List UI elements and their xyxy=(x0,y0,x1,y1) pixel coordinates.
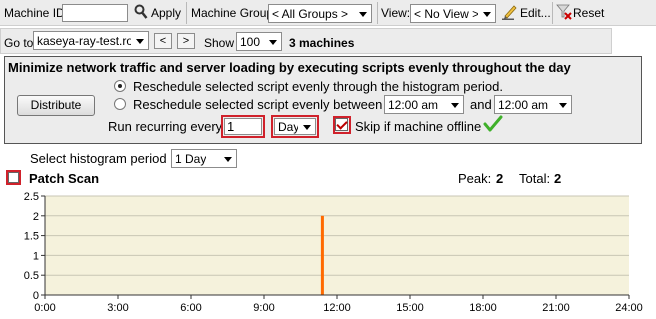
machine-count: 3 machines xyxy=(289,36,355,50)
distribute-button[interactable]: Distribute xyxy=(17,95,95,116)
end-time-select[interactable]: 12:00 am xyxy=(494,95,572,114)
plot-area xyxy=(45,196,629,295)
peak-value: 2 xyxy=(496,171,504,186)
filter-toolbar: Machine ID: Apply Machine Group: < All G… xyxy=(0,0,656,26)
option-between-times-label: Reschedule selected script evenly betwee… xyxy=(133,97,383,112)
total-value: 2 xyxy=(554,171,562,186)
search-icon[interactable] xyxy=(134,4,148,23)
reset-link[interactable]: Reset xyxy=(573,6,604,20)
script-select-checkbox[interactable] xyxy=(8,172,19,183)
peak-label: Peak: xyxy=(458,171,492,186)
histogram-chart: 0 0.5 1 1.5 2 2.5 0:00 3:00 6:00 9:00 12:00 15:00 18… xyxy=(24,191,643,314)
machine-id-label: Machine ID: xyxy=(4,6,69,20)
skip-offline-checkbox[interactable] xyxy=(335,118,348,131)
y-tick-label: 0.5 xyxy=(24,270,39,282)
recurring-interval-input[interactable]: 1 xyxy=(224,118,262,135)
checkmark-icon xyxy=(483,115,503,136)
x-tick-label: 24:00 xyxy=(615,302,643,314)
x-tick-label: 12:00 xyxy=(323,302,351,314)
edit-pencil-icon[interactable] xyxy=(502,3,518,23)
distribute-panel: Minimize network traffic and server load… xyxy=(4,56,642,144)
histogram-bar xyxy=(320,215,324,295)
y-tick-label: 1.5 xyxy=(24,231,39,243)
edit-link[interactable]: Edit... xyxy=(520,6,551,20)
script-name: Patch Scan xyxy=(29,171,100,186)
histogram-period-select[interactable]: 1 Day xyxy=(171,149,237,168)
option-between-times-radio[interactable] xyxy=(114,98,126,110)
navigation-toolbar: Go to: kaseya-ray-test.roo < > Show 100 … xyxy=(0,28,612,54)
and-label: and xyxy=(470,97,492,112)
x-tick-label: 21:00 xyxy=(542,302,570,314)
view-label: View: xyxy=(381,6,411,20)
y-tick-label: 1 xyxy=(33,250,39,262)
y-tick-label: 0 xyxy=(33,290,39,302)
skip-offline-label: Skip if machine offline xyxy=(355,119,482,134)
previous-page-button[interactable]: < xyxy=(154,33,172,49)
x-tick-label: 0:00 xyxy=(34,302,55,314)
machine-group-label: Machine Group: xyxy=(191,6,277,20)
panel-heading: Minimize network traffic and server load… xyxy=(8,60,571,75)
x-tick-label: 15:00 xyxy=(396,302,424,314)
reset-filter-icon[interactable] xyxy=(556,3,572,23)
total-label: Total: xyxy=(519,171,551,186)
goto-machine-select[interactable]: kaseya-ray-test.roo xyxy=(33,31,149,50)
next-page-button[interactable]: > xyxy=(177,33,195,49)
show-label: Show xyxy=(204,36,235,50)
machine-group-select[interactable]: < All Groups > xyxy=(268,4,372,23)
option-even-histogram-radio[interactable] xyxy=(114,80,126,92)
x-tick-label: 18:00 xyxy=(469,302,497,314)
rows-per-page-select[interactable]: 100 xyxy=(236,32,282,51)
view-select[interactable]: < No View > xyxy=(410,4,496,23)
apply-button[interactable]: Apply xyxy=(151,6,181,20)
start-time-select[interactable]: 12:00 am xyxy=(384,95,464,114)
histogram-period-label: Select histogram period xyxy=(30,151,167,166)
x-tick-label: 9:00 xyxy=(253,302,274,314)
run-recurring-label: Run recurring every xyxy=(108,119,223,134)
option-even-histogram-label: Reschedule selected script evenly throug… xyxy=(133,79,503,94)
x-tick-label: 3:00 xyxy=(107,302,128,314)
machine-id-input[interactable] xyxy=(62,4,128,22)
x-tick-label: 6:00 xyxy=(180,302,201,314)
y-tick-label: 2.5 xyxy=(24,191,39,203)
goto-label: Go to: xyxy=(4,36,37,50)
recurring-unit-select[interactable]: Day xyxy=(274,118,316,135)
y-tick-label: 2 xyxy=(33,211,39,223)
